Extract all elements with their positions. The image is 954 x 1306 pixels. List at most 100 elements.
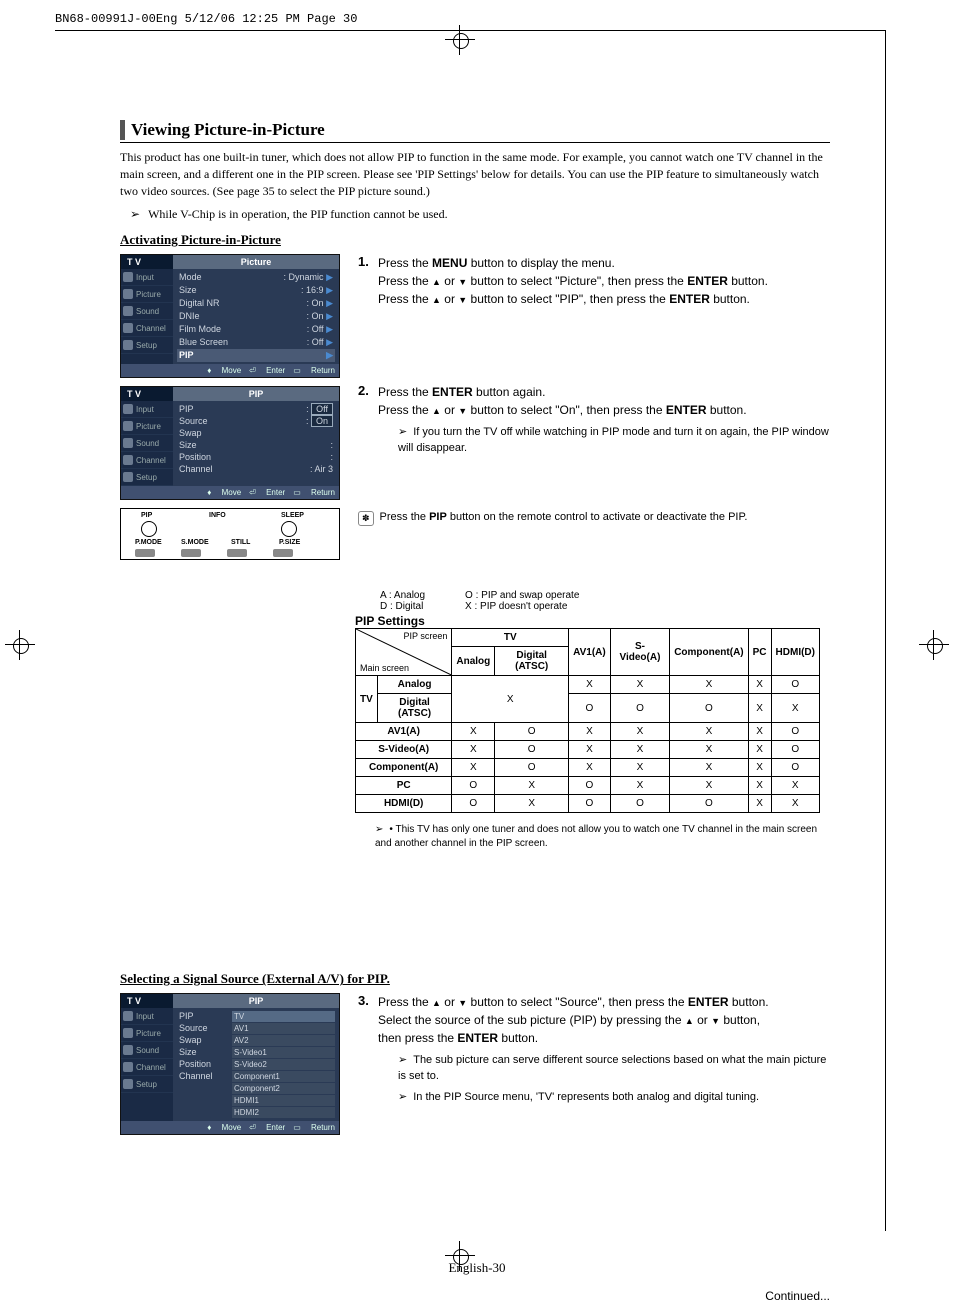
s3l1d: ENTER: [688, 995, 729, 1009]
step-3: 3. Press the or button to select "Source…: [358, 993, 830, 1105]
r5c2: O: [569, 777, 611, 795]
r4c4: X: [670, 759, 748, 777]
osd2-r3k: Size: [179, 440, 197, 450]
osd1-r1k: Size: [179, 285, 197, 296]
vchip-note: While V-Chip is in operation, the PIP fu…: [130, 207, 830, 222]
r1c2: O: [569, 694, 611, 723]
osd3-s4: Setup: [136, 1080, 157, 1089]
osd1-tv: T V: [121, 255, 173, 269]
s1l3b: or: [441, 292, 458, 306]
osd1-side-3: Channel: [136, 324, 166, 333]
osd2-r1v: On: [311, 415, 333, 427]
osd2-side-3: Channel: [136, 456, 166, 465]
r6c3: O: [610, 795, 669, 813]
pip-legend: A : Analog D : Digital O : PIP and swap …: [380, 590, 830, 612]
crop-mark-left: [5, 630, 35, 660]
osd1-side-1: Picture: [136, 290, 161, 299]
th-pc: PC: [748, 629, 771, 676]
osd1-enter: Enter: [266, 366, 285, 375]
s1l2d: ENTER: [687, 274, 728, 288]
th-comp: Component(A): [670, 629, 748, 676]
r5c0: O: [452, 777, 495, 795]
s2l1b: ENTER: [432, 385, 473, 399]
intro-text: This product has one built-in tuner, whi…: [120, 149, 830, 199]
step2-num: 2.: [358, 383, 378, 456]
r3c6: O: [771, 741, 819, 759]
remote-pip: PIP: [141, 512, 152, 519]
osd1-r1v: : 16:9: [301, 285, 324, 295]
osd2-side-0: Input: [136, 405, 154, 414]
r2c1: O: [495, 723, 569, 741]
r2c6: O: [771, 723, 819, 741]
s1l3c: button to select "PIP", then press the: [467, 292, 669, 306]
s2l2a: Press the: [378, 403, 432, 417]
r6c0: O: [452, 795, 495, 813]
osd1-r2v: : On: [307, 298, 324, 308]
s2l2b: or: [441, 403, 458, 417]
s3l3b: ENTER: [457, 1031, 498, 1045]
src6: Component2: [232, 1083, 335, 1094]
continued-text: Continued...: [765, 1289, 830, 1303]
osd2-tab: PIP: [173, 387, 339, 401]
s3l2c: button,: [720, 1013, 760, 1027]
osd2-side-1: Picture: [136, 422, 161, 431]
src4: S-Video2: [232, 1059, 335, 1070]
src1: AV1: [232, 1023, 335, 1034]
src5: Component1: [232, 1071, 335, 1082]
s1l1c: button to display the menu.: [467, 256, 614, 270]
r2h: AV1(A): [356, 723, 452, 741]
r0c3: X: [610, 676, 669, 694]
legend-o: O : PIP and swap operate: [465, 590, 579, 601]
remote-tip: ✽ Press the PIP button on the remote con…: [358, 511, 830, 526]
osd1-r5v: : Off: [307, 337, 324, 347]
s3l1b: or: [441, 995, 458, 1009]
th-hdmi: HDMI(D): [771, 629, 819, 676]
r0h: TV: [356, 676, 378, 723]
o3r3: Size: [179, 1047, 197, 1057]
s1l2a: Press the: [378, 274, 432, 288]
r0c4: X: [670, 676, 748, 694]
step2-note: If you turn the TV off while watching in…: [398, 425, 830, 456]
s1l3e: button.: [710, 292, 750, 306]
step1-num: 1.: [358, 254, 378, 308]
r2c5: X: [748, 723, 771, 741]
osd2-enter: Enter: [266, 488, 285, 497]
r2c4: X: [670, 723, 748, 741]
r1c4: O: [670, 694, 748, 723]
s2l2d: ENTER: [666, 403, 707, 417]
s3n2: In the PIP Source menu, 'TV' represents …: [398, 1090, 830, 1105]
osd1-move: Move: [222, 366, 242, 375]
r2c0: X: [452, 723, 495, 741]
r4c6: O: [771, 759, 819, 777]
legend-a: A : Analog: [380, 590, 425, 601]
r3h: S-Video(A): [356, 741, 452, 759]
pip-settings-table: PIP screen Main screen TV AV1(A) S-Video…: [355, 628, 820, 813]
osd1-side-4: Setup: [136, 341, 157, 350]
page-title: Viewing Picture-in-Picture: [120, 120, 830, 140]
s3l2a: Select the source of the sub picture (PI…: [378, 1013, 685, 1027]
legend-x: X : PIP doesn't operate: [465, 601, 579, 612]
s1l3d: ENTER: [669, 292, 710, 306]
r3c0: X: [452, 741, 495, 759]
osd-pip-menu: T V PIP Input Picture Sound Channel Setu…: [120, 386, 340, 500]
osd1-r4k: Film Mode: [179, 324, 221, 335]
r4c1: O: [495, 759, 569, 777]
s3l1e: button.: [729, 995, 769, 1009]
osd3-s1: Picture: [136, 1029, 161, 1038]
osd1-return: Return: [311, 366, 335, 375]
o3r0: PIP: [179, 1011, 194, 1021]
s2l2c: button to select "On", then press the: [467, 403, 666, 417]
th-digital: Digital (ATSC): [495, 647, 569, 676]
o3r2: Swap: [179, 1035, 202, 1045]
crop-mark-top: [445, 25, 485, 65]
th-svideo: S-Video(A): [610, 629, 669, 676]
osd1-r3v: : On: [307, 311, 324, 321]
r1c5: X: [748, 694, 771, 723]
src8: HDMI2: [232, 1107, 335, 1118]
osd2-tv: T V: [121, 387, 173, 401]
s3n1: The sub picture can serve different sour…: [398, 1053, 830, 1084]
legend-d: D : Digital: [380, 601, 425, 612]
osd1-r5k: Blue Screen: [179, 337, 228, 348]
r4c0: X: [452, 759, 495, 777]
osd3-tab: PIP: [173, 994, 339, 1008]
